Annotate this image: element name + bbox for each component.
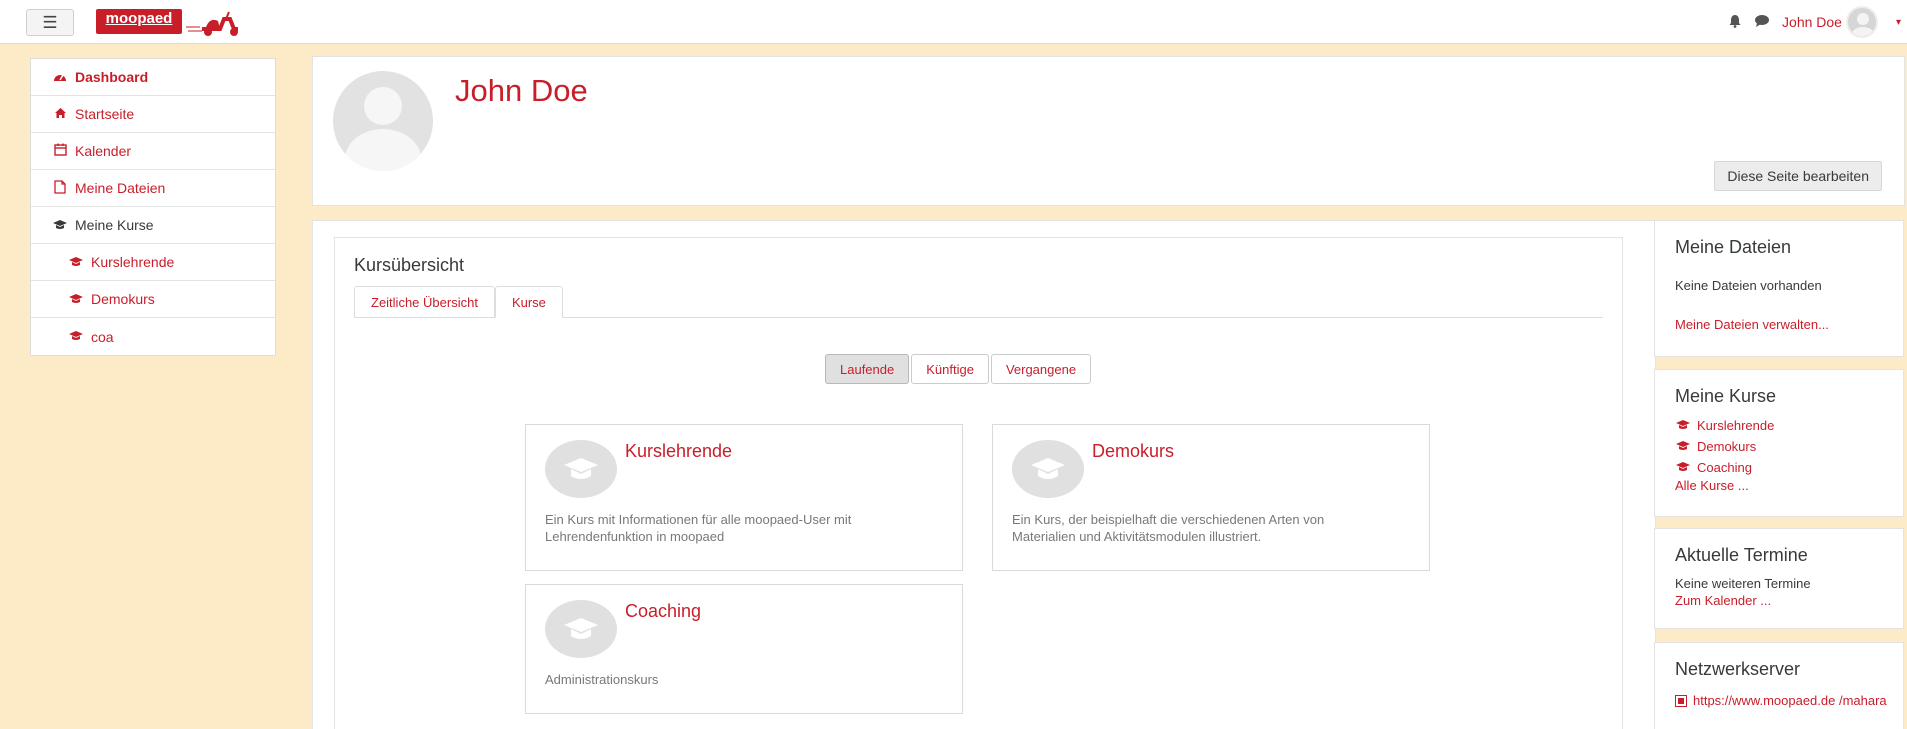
- nav-item-kalender[interactable]: Kalender: [31, 133, 275, 170]
- tab-kurse[interactable]: Kurse: [494, 286, 563, 318]
- nav-item-dashboard[interactable]: Dashboard: [31, 59, 275, 96]
- course-card[interactable]: Demokurs Ein Kurs, der beispielhaft die …: [992, 424, 1430, 571]
- nav-item-label: Kurslehrende: [91, 254, 175, 270]
- overview-tabs: Zeitliche Übersicht Kurse: [354, 286, 1603, 318]
- block-title: Meine Kurse: [1675, 386, 1777, 406]
- events-empty-text: Keine weiteren Termine: [1675, 576, 1811, 591]
- calendar-link[interactable]: Zum Kalender ...: [1675, 593, 1903, 608]
- course-link-demokurs[interactable]: Demokurs: [1675, 436, 1903, 457]
- course-link-label: Demokurs: [1697, 439, 1757, 454]
- course-icon: [545, 440, 617, 498]
- menu-toggle-button[interactable]: ☰: [26, 9, 74, 36]
- course-description: Administrationskurs: [545, 672, 659, 687]
- nav-item-label: coa: [91, 328, 114, 345]
- block-title: Aktuelle Termine: [1675, 545, 1808, 565]
- block-title: Kursübersicht: [354, 255, 465, 275]
- tachometer-icon: [51, 70, 69, 85]
- graduation-cap-icon: [1675, 440, 1691, 454]
- nav-item-label: Kalender: [75, 143, 132, 159]
- hamburger-icon: ☰: [42, 12, 58, 32]
- top-navbar: ☰ moopaed John Doe ▾: [0, 0, 1907, 44]
- block-title: Meine Dateien: [1675, 237, 1792, 257]
- my-courses-block: Meine Kurse Kurslehrende Demokurs Coachi…: [1654, 369, 1904, 517]
- course-icon: [545, 600, 617, 658]
- nav-item-meine-dateien[interactable]: Meine Dateien: [31, 170, 275, 207]
- chevron-down-icon[interactable]: ▾: [1896, 17, 1901, 28]
- page-header: John Doe Diese Seite bearbeiten: [312, 56, 1905, 206]
- course-title-link[interactable]: Demokurs: [1092, 441, 1174, 462]
- graduation-cap-icon: [51, 218, 69, 233]
- nav-item-label: Demokurs: [91, 291, 155, 307]
- course-card[interactable]: Coaching Administrationskurs: [525, 584, 963, 714]
- server-icon: [1675, 694, 1687, 712]
- course-link-coaching[interactable]: Coaching: [1675, 457, 1903, 478]
- graduation-cap-icon: [67, 292, 85, 307]
- nav-item-label: Meine Dateien: [75, 180, 166, 196]
- main-region: Kursübersicht Zeitliche Übersicht Kurse …: [312, 220, 1656, 729]
- nav-item-startseite[interactable]: Startseite: [31, 96, 275, 133]
- user-avatar[interactable]: [1845, 6, 1878, 38]
- tab-zeitliche-uebersicht[interactable]: Zeitliche Übersicht: [354, 286, 495, 318]
- graduation-cap-icon: [1675, 461, 1691, 475]
- user-name-link[interactable]: John Doe: [1782, 14, 1842, 30]
- nav-item-label: Meine Kurse: [75, 217, 154, 233]
- nav-item-coa[interactable]: coa: [31, 318, 275, 355]
- nav-item-demokurs[interactable]: Demokurs: [31, 281, 275, 318]
- scooter-logo-icon: [186, 11, 238, 36]
- upcoming-events-block: Aktuelle Termine Keine weiteren Termine …: [1654, 528, 1904, 629]
- nav-item-label: Dashboard: [75, 69, 149, 85]
- graduation-cap-icon: [1675, 419, 1691, 433]
- moopaed-logo[interactable]: moopaed: [96, 9, 182, 34]
- nav-item-label: Startseite: [75, 106, 135, 122]
- course-description: Ein Kurs, der beispielhaft die verschied…: [1012, 512, 1325, 544]
- network-server-link[interactable]: https://www.moopaed.de /mahara: [1693, 692, 1893, 709]
- files-empty-text: Keine Dateien vorhanden: [1675, 278, 1822, 293]
- files-block: Meine Dateien Keine Dateien vorhanden Me…: [1654, 220, 1904, 357]
- file-icon: [51, 179, 69, 197]
- course-link-kurslehrende[interactable]: Kurslehrende: [1675, 415, 1903, 436]
- chat-icon[interactable]: [1754, 14, 1770, 31]
- filter-kuenftige-button[interactable]: Künftige: [911, 354, 989, 384]
- all-courses-link[interactable]: Alle Kurse ...: [1675, 478, 1903, 493]
- block-title: Netzwerkserver: [1675, 659, 1801, 679]
- course-overview-block: Kursübersicht Zeitliche Übersicht Kurse …: [334, 237, 1623, 729]
- manage-files-link[interactable]: Meine Dateien verwalten...: [1675, 317, 1903, 332]
- course-link-label: Coaching: [1697, 460, 1752, 475]
- course-card[interactable]: Kurslehrende Ein Kurs mit Informationen …: [525, 424, 963, 571]
- course-link-label: Kurslehrende: [1697, 418, 1775, 433]
- course-title-link[interactable]: Kurslehrende: [625, 441, 732, 462]
- network-servers-block: Netzwerkserver https://www.moopaed.de /m…: [1654, 642, 1904, 729]
- home-icon: [51, 107, 69, 122]
- graduation-cap-icon: [67, 329, 85, 344]
- page-title: John Doe: [455, 73, 588, 108]
- edit-page-button[interactable]: Diese Seite bearbeiten: [1714, 161, 1882, 191]
- filter-vergangene-button[interactable]: Vergangene: [990, 354, 1092, 384]
- left-navigation: Dashboard Startseite Kalender Meine Date…: [30, 58, 276, 356]
- calendar-icon: [51, 143, 69, 159]
- user-menu-area: John Doe ▾: [1728, 0, 1907, 44]
- graduation-cap-icon: [67, 255, 85, 270]
- course-description: Ein Kurs mit Informationen für alle moop…: [545, 512, 852, 544]
- course-icon: [1012, 440, 1084, 498]
- course-filter-group: Laufende Künftige Vergangene: [825, 354, 1093, 384]
- nav-item-kurslehrende[interactable]: Kurslehrende: [31, 244, 275, 281]
- course-title-link[interactable]: Coaching: [625, 601, 701, 622]
- bell-icon[interactable]: [1728, 14, 1742, 31]
- profile-avatar: [333, 71, 433, 171]
- filter-laufende-button[interactable]: Laufende: [825, 354, 910, 384]
- nav-item-meine-kurse[interactable]: Meine Kurse: [31, 207, 275, 244]
